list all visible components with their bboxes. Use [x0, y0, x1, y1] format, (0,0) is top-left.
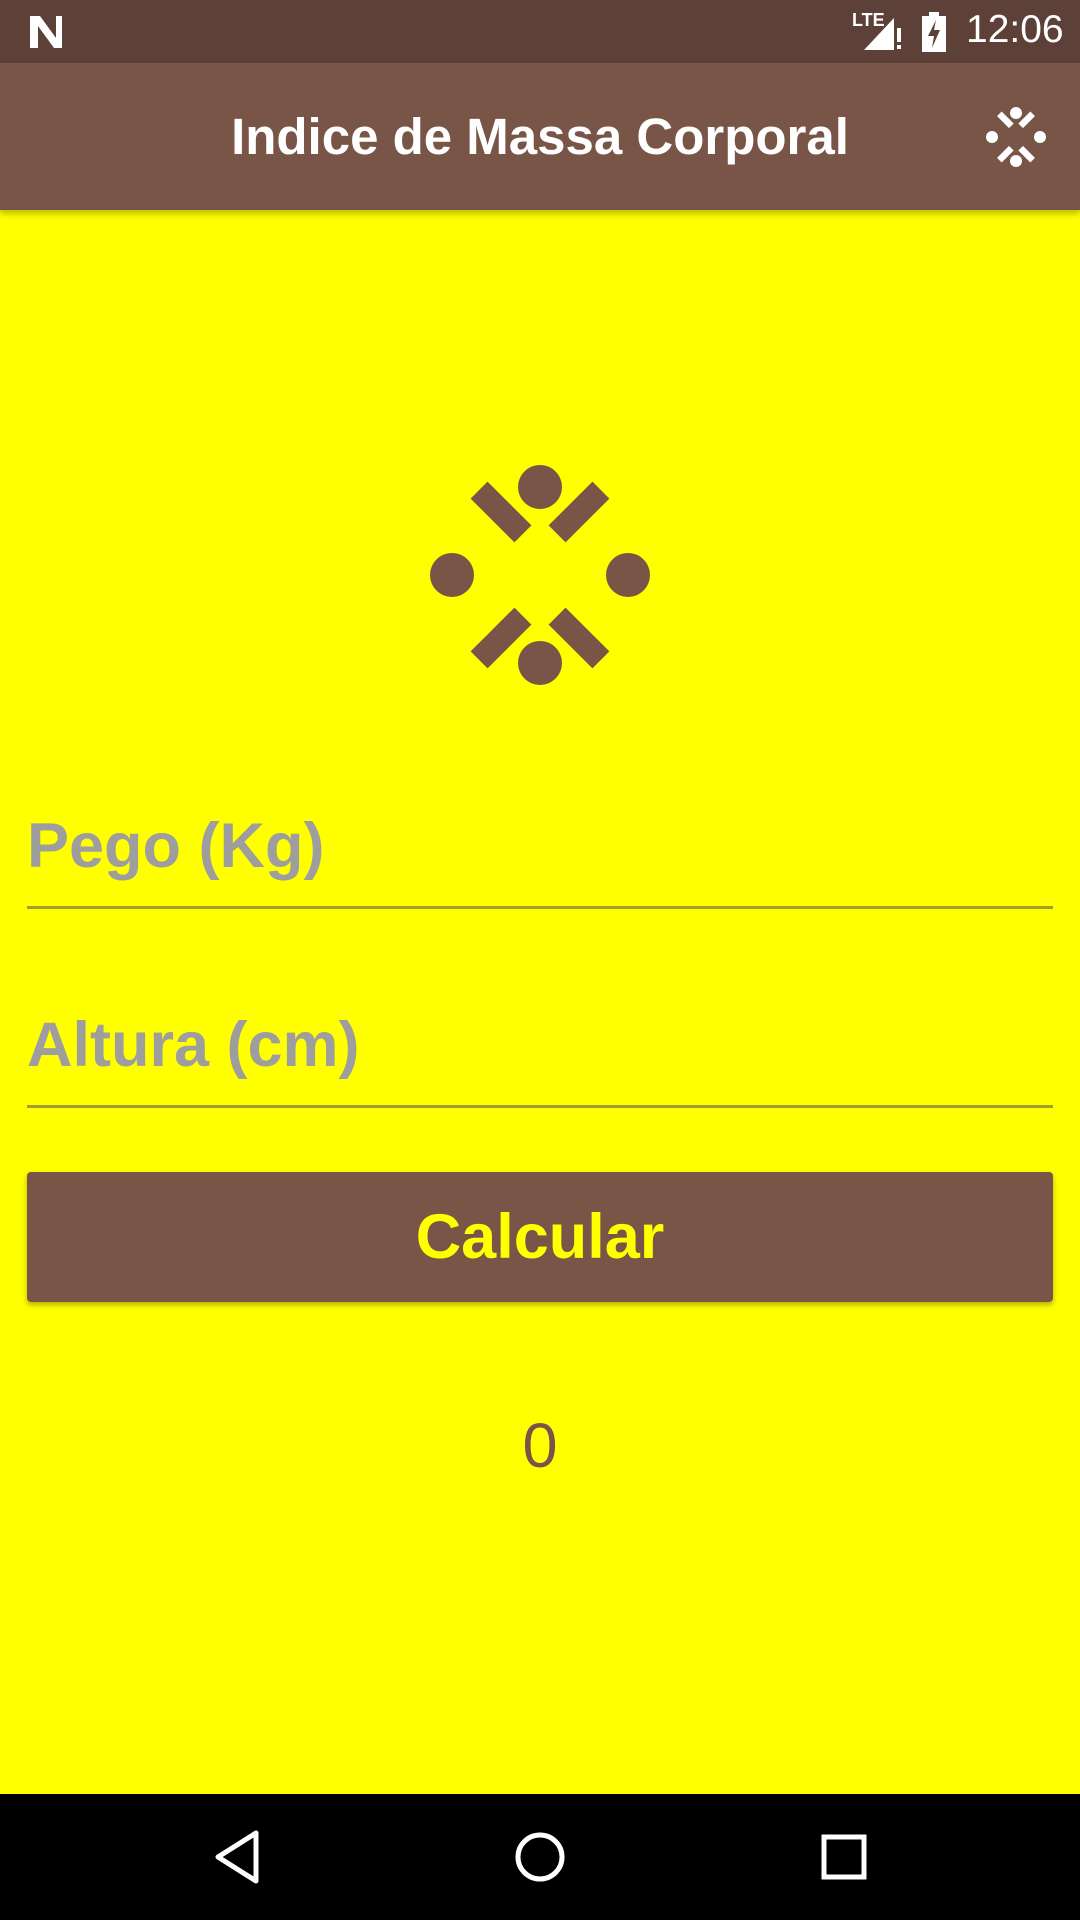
weight-input[interactable] [27, 786, 1053, 906]
battery-charging-icon [922, 12, 946, 52]
bmi-result: 0 [522, 1411, 558, 1481]
dots-ring-icon [430, 465, 650, 685]
n-logo-icon [30, 16, 62, 48]
height-input[interactable] [27, 985, 1053, 1105]
status-time: 12:06 [966, 8, 1064, 51]
home-icon[interactable] [510, 1827, 570, 1887]
app-bar: Indice de Massa Corporal [0, 63, 1080, 210]
page-title: Indice de Massa Corporal [231, 108, 849, 165]
weight-field-container [27, 786, 1053, 909]
status-bar: LTE 12:06 [0, 0, 1080, 63]
recents-icon[interactable] [814, 1827, 874, 1887]
calculate-button[interactable]: Calcular [27, 1172, 1053, 1302]
dots-ring-icon[interactable] [986, 107, 1046, 167]
navigation-bar [0, 1794, 1080, 1920]
back-icon[interactable] [208, 1827, 268, 1887]
height-field-container [27, 985, 1053, 1108]
network-type: LTE [852, 10, 885, 30]
